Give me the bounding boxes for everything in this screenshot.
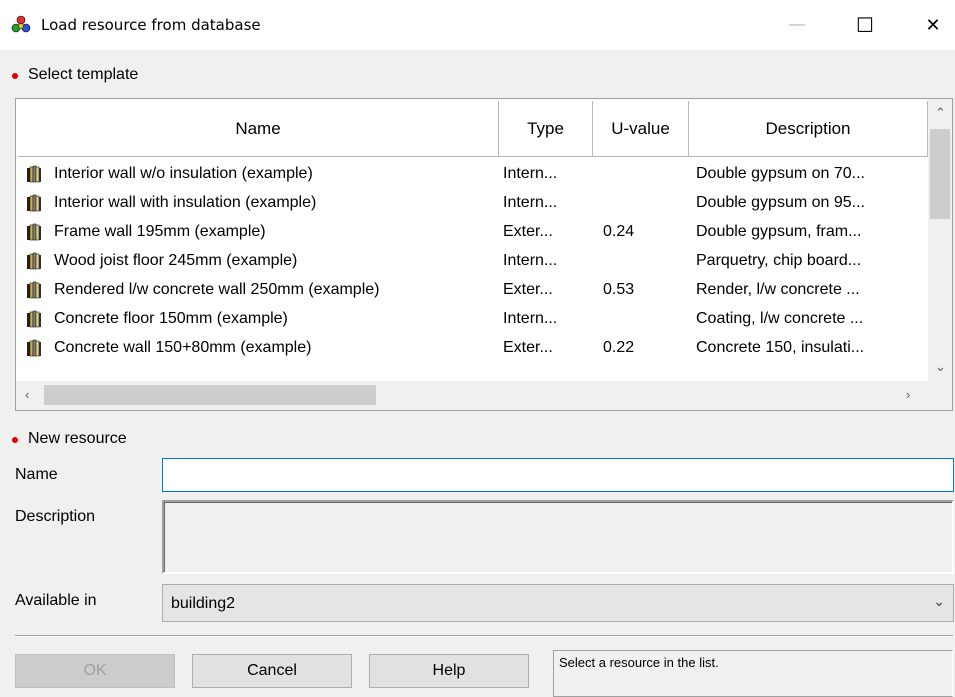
table-row[interactable]: Frame wall 195mm (example) Exter... 0.24 Do… [18, 217, 930, 246]
cell-type: Exter... [503, 281, 553, 298]
column-header-type[interactable]: Type [499, 101, 593, 157]
scroll-right-icon[interactable]: › [906, 387, 910, 402]
cell-uvalue [603, 304, 683, 333]
horizontal-scrollbar[interactable]: ‹ › [16, 381, 952, 410]
available-in-label: Available in [15, 592, 97, 609]
scroll-down-icon[interactable]: ⌄ [935, 359, 946, 375]
cell-type: Exter... [503, 339, 553, 356]
table-row[interactable]: Concrete floor 150mm (example) Intern... C… [18, 304, 930, 333]
cell-description: Double gypsum on 95... [696, 194, 865, 211]
cell-uvalue: 0.22 [603, 339, 635, 356]
cell-type: Exter... [503, 223, 553, 240]
cell-name: Interior wall w/o insulation (example) [54, 165, 313, 182]
cell-uvalue [603, 246, 683, 275]
cell-type: Intern... [503, 165, 558, 182]
app-icon [11, 15, 31, 33]
wall-layers-icon [26, 165, 42, 183]
close-button[interactable]: ✕ [910, 0, 955, 50]
available-in-select[interactable]: building2 ⌄ [162, 584, 954, 622]
cell-type: Intern... [503, 252, 558, 269]
wall-layers-icon [26, 310, 42, 328]
wall-layers-icon [26, 252, 42, 270]
cell-uvalue: 0.24 [603, 223, 635, 240]
table-row[interactable]: Rendered l/w concrete wall 250mm (exampl… [18, 275, 930, 304]
new-resource-label: New resource [28, 430, 127, 447]
vertical-scrollbar[interactable]: ⌃ ⌄ [928, 99, 952, 381]
chevron-down-icon: ⌄ [933, 593, 945, 609]
cell-type: Intern... [503, 310, 558, 327]
ok-button[interactable]: OK [15, 654, 175, 688]
cell-uvalue: 0.53 [603, 281, 635, 298]
horizontal-scroll-thumb[interactable] [44, 385, 376, 405]
scroll-left-icon[interactable]: ‹ [25, 387, 29, 402]
cell-description: Render, l/w concrete ... [696, 281, 860, 298]
description-field [162, 500, 954, 574]
cell-name: Wood joist floor 245mm (example) [54, 252, 298, 269]
cell-uvalue [603, 188, 683, 217]
name-label: Name [15, 466, 58, 483]
cell-name: Rendered l/w concrete wall 250mm (exampl… [54, 281, 380, 298]
minimize-button[interactable]: — [774, 0, 820, 50]
minimize-icon: — [789, 16, 805, 33]
cell-name: Interior wall with insulation (example) [54, 194, 317, 211]
wall-layers-icon [26, 223, 42, 241]
column-header-description[interactable]: Description [689, 101, 928, 157]
wall-layers-icon [26, 339, 42, 357]
available-in-value: building2 [171, 595, 236, 612]
column-header-name[interactable]: Name [18, 101, 499, 157]
title-bar: Load resource from database — ☐ ✕ [0, 0, 955, 50]
window-title: Load resource from database [41, 16, 261, 34]
vertical-scroll-thumb[interactable] [930, 129, 950, 219]
cell-name: Concrete floor 150mm (example) [54, 310, 288, 327]
cell-uvalue [603, 159, 683, 188]
cell-description: Double gypsum on 70... [696, 165, 865, 182]
table-row[interactable]: Concrete wall 150+80mm (example) Exter...… [18, 333, 930, 362]
scroll-up-icon[interactable]: ⌃ [935, 105, 946, 121]
cell-description: Parquetry, chip board... [696, 252, 862, 269]
help-button[interactable]: Help [369, 654, 529, 688]
cell-description: Concrete 150, insulati... [696, 339, 865, 356]
maximize-button[interactable]: ☐ [842, 0, 888, 50]
column-header-uvalue[interactable]: U-value [593, 101, 689, 157]
wall-layers-icon [26, 281, 42, 299]
cell-description: Coating, l/w concrete ... [696, 310, 864, 327]
divider [15, 635, 953, 637]
cancel-button[interactable]: Cancel [192, 654, 352, 688]
description-label: Description [15, 508, 96, 525]
table-row[interactable]: Interior wall w/o insulation (example) In… [18, 159, 930, 188]
maximize-icon: ☐ [856, 14, 874, 37]
required-dot-icon [12, 73, 18, 79]
close-icon: ✕ [925, 14, 941, 35]
cell-description: Double gypsum, fram... [696, 223, 862, 240]
required-dot-icon [12, 437, 18, 443]
template-table[interactable]: Name Type U-value Description Interior w… [15, 98, 953, 411]
name-input[interactable] [162, 458, 954, 492]
wall-layers-icon [26, 194, 42, 212]
status-message: Select a resource in the list. [553, 650, 953, 697]
cell-name: Frame wall 195mm (example) [54, 223, 266, 240]
table-row[interactable]: Wood joist floor 245mm (example) Intern..… [18, 246, 930, 275]
select-template-label: Select template [28, 66, 139, 83]
cell-name: Concrete wall 150+80mm (example) [54, 339, 312, 356]
table-row[interactable]: Interior wall with insulation (example) I… [18, 188, 930, 217]
cell-type: Intern... [503, 194, 558, 211]
